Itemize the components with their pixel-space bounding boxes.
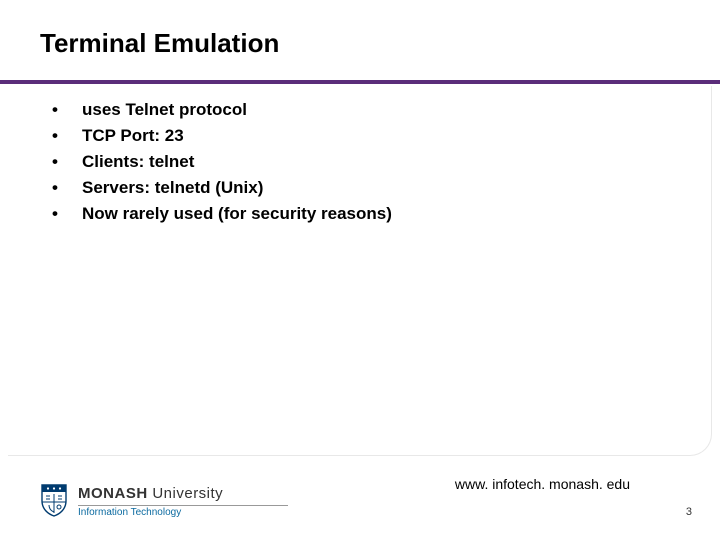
bullet-list: • uses Telnet protocol • TCP Port: 23 • … bbox=[48, 100, 672, 224]
slide: Terminal Emulation • uses Telnet protoco… bbox=[0, 0, 720, 540]
footer-url: www. infotech. monash. edu bbox=[455, 476, 630, 492]
list-item: • Clients: telnet bbox=[48, 152, 672, 172]
bullet-text: uses Telnet protocol bbox=[82, 100, 672, 120]
bullet-text: Now rarely used (for security reasons) bbox=[82, 204, 672, 224]
slide-title: Terminal Emulation bbox=[40, 28, 279, 59]
logo-wordmark-light: University bbox=[148, 485, 224, 502]
logo-text: MONASH University Information Technology bbox=[78, 486, 288, 518]
logo-wordmark: MONASH University bbox=[78, 486, 288, 502]
logo-subtext: Information Technology bbox=[78, 508, 288, 519]
page-number: 3 bbox=[686, 506, 692, 518]
bullet-icon: • bbox=[48, 126, 82, 146]
bullet-icon: • bbox=[48, 152, 82, 172]
bullet-text: TCP Port: 23 bbox=[82, 126, 672, 146]
logo-divider bbox=[78, 505, 288, 506]
list-item: • Now rarely used (for security reasons) bbox=[48, 204, 672, 224]
title-divider bbox=[0, 80, 720, 84]
bullet-icon: • bbox=[48, 100, 82, 120]
bullet-text: Servers: telnetd (Unix) bbox=[82, 178, 672, 198]
logo-wordmark-bold: MONASH bbox=[78, 485, 148, 502]
bullet-icon: • bbox=[48, 204, 82, 224]
list-item: • TCP Port: 23 bbox=[48, 126, 672, 146]
list-item: • uses Telnet protocol bbox=[48, 100, 672, 120]
bullet-text: Clients: telnet bbox=[82, 152, 672, 172]
shield-icon bbox=[40, 483, 68, 522]
list-item: • Servers: telnetd (Unix) bbox=[48, 178, 672, 198]
content-area: • uses Telnet protocol • TCP Port: 23 • … bbox=[48, 100, 672, 230]
bullet-icon: • bbox=[48, 178, 82, 198]
logo: MONASH University Information Technology bbox=[40, 483, 288, 522]
